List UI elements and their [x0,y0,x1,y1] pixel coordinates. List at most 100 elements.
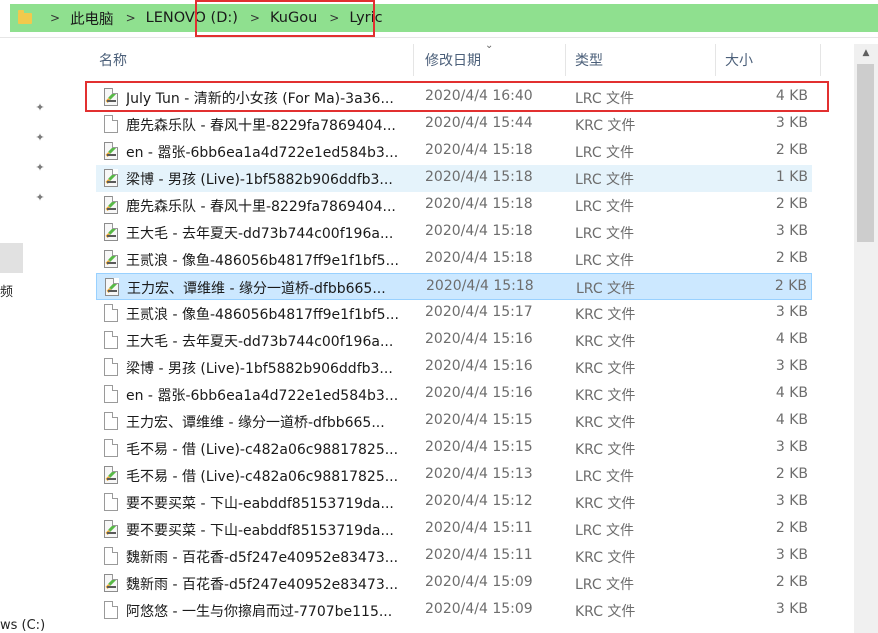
chevron-right-icon[interactable]: > [238,11,270,25]
file-row[interactable]: 毛不易 - 借 (Live)-c482a06c98817825... 2020/4… [96,435,812,462]
file-type: LRC 文件 [575,91,635,107]
file-date: 2020/4/4 15:09 [425,574,533,590]
column-divider[interactable] [413,44,414,76]
chevron-right-icon[interactable]: > [317,11,349,25]
file-type: KRC 文件 [575,118,636,134]
file-name: 王贰浪 - 像鱼-486056b4817ff9e1f1bf5... [126,307,399,323]
file-size: 2 KB [774,278,807,294]
file-date: 2020/4/4 15:11 [425,547,533,563]
file-size: 2 KB [775,142,808,158]
file-date: 2020/4/4 15:18 [426,278,534,294]
address-bar[interactable]: > 此电脑 > LENOVO (D:) > KuGou > Lyric [0,0,878,38]
file-date: 2020/4/4 15:18 [425,196,533,212]
file-date: 2020/4/4 15:12 [425,493,533,509]
file-size: 2 KB [775,520,808,536]
file-date: 2020/4/4 15:15 [425,439,533,455]
file-name: 魏新雨 - 百花香-d5f247e40952e83473... [126,550,399,566]
file-row[interactable]: 王力宏、谭维维 - 缘分一道桥-dfbb665... 2020/4/4 15:18… [96,273,812,300]
file-size: 3 KB [775,547,808,563]
file-row[interactable]: en - 嚣张-6bb6ea1a4d722e1ed584b3... 2020/4/… [96,381,812,408]
chevron-right-icon[interactable]: > [114,11,146,25]
pin-icon[interactable]: ✦ [34,102,46,114]
file-row[interactable]: 魏新雨 - 百花香-d5f247e40952e83473... 2020/4/4 … [96,543,812,570]
file-row[interactable]: 要不要买菜 - 下山-eabddf85153719da... 2020/4/4 1… [96,516,812,543]
column-size[interactable]: 大小 [725,50,753,70]
lrc-edit-icon [104,196,118,214]
scroll-up-icon[interactable]: ▲ [859,46,873,60]
nav-item-videos[interactable]: 频 [0,281,13,300]
file-row[interactable]: 王贰浪 - 像鱼-486056b4817ff9e1f1bf5... 2020/4/… [96,246,812,273]
lrc-edit-icon [104,223,118,241]
file-type: KRC 文件 [575,361,636,377]
chevron-right-icon[interactable]: > [38,11,70,25]
file-name: 王力宏、谭维维 - 缘分一道桥-dfbb665... [126,415,385,431]
blank-file-icon [104,331,118,349]
file-date: 2020/4/4 15:16 [425,385,533,401]
scrollbar-thumb[interactable] [857,64,874,242]
file-size: 3 KB [775,601,808,617]
breadcrumb-kugou[interactable]: KuGou [270,10,317,26]
file-row[interactable]: 毛不易 - 借 (Live)-c482a06c98817825... 2020/4… [96,462,812,489]
column-date-modified[interactable]: 修改日期 [425,50,481,70]
file-name: 鹿先森乐队 - 春风十里-8229fa7869404... [126,199,396,215]
file-type: KRC 文件 [575,307,636,323]
file-size: 3 KB [775,439,808,455]
file-date: 2020/4/4 15:13 [425,466,533,482]
file-size: 3 KB [775,358,808,374]
file-name: 王贰浪 - 像鱼-486056b4817ff9e1f1bf5... [126,253,399,269]
column-type[interactable]: 类型 [575,50,603,70]
file-size: 3 KB [775,304,808,320]
file-type: KRC 文件 [575,388,636,404]
file-type: KRC 文件 [575,550,636,566]
breadcrumb-lenovo-d[interactable]: LENOVO (D:) [146,10,238,26]
file-name: July Tun - 清新的小女孩 (For Ma)-3a36... [126,91,394,107]
column-name[interactable]: 名称 [99,50,127,70]
lrc-edit-icon [104,574,118,592]
breadcrumb-lyric[interactable]: Lyric [349,10,382,26]
blank-file-icon [104,547,118,565]
file-name: 要不要买菜 - 下山-eabddf85153719da... [126,523,394,539]
file-row[interactable]: 王大毛 - 去年夏天-dd73b744c00f196a... 2020/4/4 1… [96,327,812,354]
file-row[interactable]: 王力宏、谭维维 - 缘分一道桥-dfbb665... 2020/4/4 15:15… [96,408,812,435]
pin-icon[interactable]: ✦ [34,132,46,144]
nav-selected-item[interactable] [0,243,23,273]
column-divider[interactable] [565,44,566,76]
file-type: LRC 文件 [575,226,635,242]
file-date: 2020/4/4 15:16 [425,358,533,374]
file-type: LRC 文件 [575,577,635,593]
blank-file-icon [104,358,118,376]
lrc-edit-icon [104,169,118,187]
column-divider[interactable] [820,44,821,76]
file-row[interactable]: July Tun - 清新的小女孩 (For Ma)-3a36... 2020/4… [96,84,812,111]
file-type: KRC 文件 [575,442,636,458]
file-name: 要不要买菜 - 下山-eabddf85153719da... [126,496,394,512]
file-date: 2020/4/4 16:40 [425,88,533,104]
file-name: 毛不易 - 借 (Live)-c482a06c98817825... [126,469,399,485]
file-name: en - 嚣张-6bb6ea1a4d722e1ed584b3... [126,145,399,161]
file-row[interactable]: 要不要买菜 - 下山-eabddf85153719da... 2020/4/4 1… [96,489,812,516]
breadcrumb[interactable]: > 此电脑 > LENOVO (D:) > KuGou > Lyric [10,4,878,32]
file-row[interactable]: 阿悠悠 - 一生与你擦肩而过-7707be115... 2020/4/4 15:0… [96,597,812,624]
lrc-edit-icon [104,88,118,106]
nav-item-drive-c[interactable]: ws (C:) [0,618,45,633]
blank-file-icon [104,439,118,457]
file-row[interactable]: 王大毛 - 去年夏天-dd73b744c00f196a... 2020/4/4 1… [96,219,812,246]
file-row[interactable]: 梁博 - 男孩 (Live)-1bf5882b906ddfb3... 2020/4… [96,354,812,381]
file-size: 2 KB [775,196,808,212]
file-size: 4 KB [775,385,808,401]
pin-icon[interactable]: ✦ [34,162,46,174]
file-row[interactable]: 鹿先森乐队 - 春风十里-8229fa7869404... 2020/4/4 15… [96,192,812,219]
breadcrumb-this-pc[interactable]: 此电脑 [70,8,114,29]
file-row[interactable]: en - 嚣张-6bb6ea1a4d722e1ed584b3... 2020/4/… [96,138,812,165]
file-row[interactable]: 鹿先森乐队 - 春风十里-8229fa7869404... 2020/4/4 15… [96,111,812,138]
blank-file-icon [104,304,118,322]
file-row[interactable]: 魏新雨 - 百花香-d5f247e40952e83473... 2020/4/4 … [96,570,812,597]
file-date: 2020/4/4 15:18 [425,223,533,239]
file-row[interactable]: 王贰浪 - 像鱼-486056b4817ff9e1f1bf5... 2020/4/… [96,300,812,327]
file-date: 2020/4/4 15:17 [425,304,533,320]
file-row[interactable]: 梁博 - 男孩 (Live)-1bf5882b906ddfb3... 2020/4… [96,165,812,192]
column-divider[interactable] [715,44,716,76]
file-type: KRC 文件 [575,334,636,350]
pin-icon[interactable]: ✦ [34,192,46,204]
file-size: 4 KB [775,331,808,347]
